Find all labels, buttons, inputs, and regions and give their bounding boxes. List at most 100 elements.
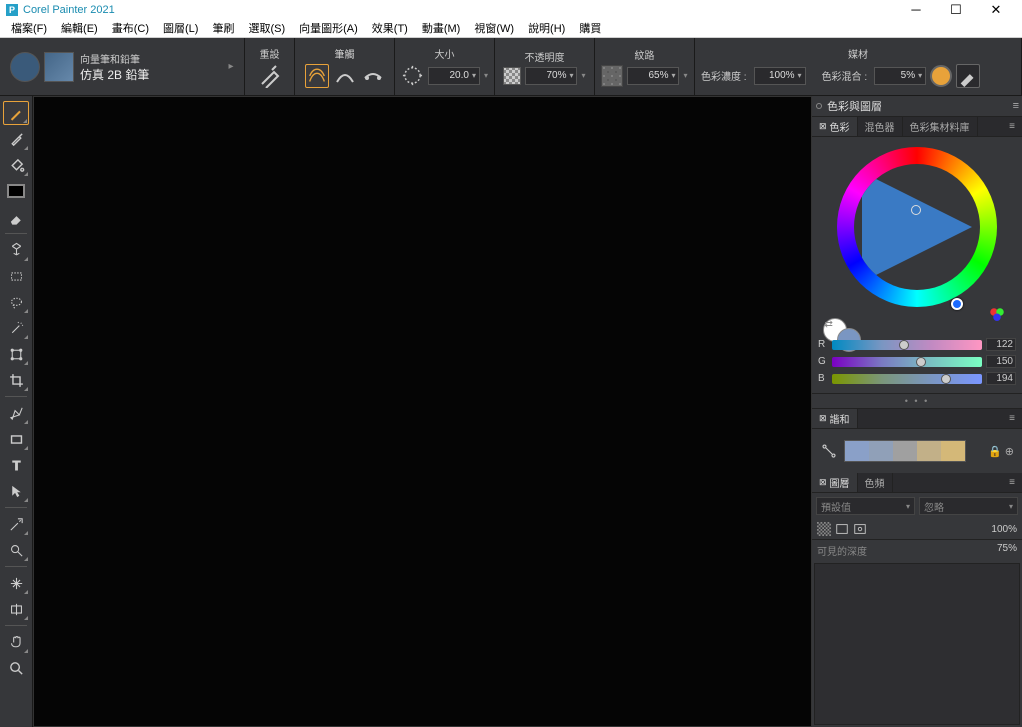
depth-value[interactable]: 75% [997,543,1017,558]
menu-edit[interactable]: 編輯(E) [54,18,105,38]
stroke-type-icon[interactable] [333,64,357,88]
harmony-mode-icon[interactable] [820,442,838,460]
brush-expand-icon[interactable]: ▸ [224,61,238,72]
lock-icon[interactable]: 🔒 [988,445,1002,458]
shape-selection-tool[interactable] [3,479,29,503]
menu-layer[interactable]: 圖層(L) [156,18,205,38]
eraser-tool[interactable] [3,205,29,229]
rgb-hsv-switcher-icon[interactable] [988,306,1006,324]
rect-select-tool[interactable] [3,264,29,288]
dab-type-icon[interactable] [305,64,329,88]
grain-input[interactable]: 65%▾ [627,67,679,85]
crop-tool[interactable] [3,368,29,392]
r-value[interactable]: 122 [986,338,1016,351]
layer-lock-trans-icon[interactable] [835,522,849,536]
transform-tool[interactable] [3,342,29,366]
add-swatch-icon[interactable]: ⊕ [1005,445,1014,458]
tab-layers[interactable]: ⊠圖層 [812,473,858,492]
media-color-icon[interactable] [930,65,952,87]
rect-shape-tool[interactable] [3,427,29,451]
lasso-tool[interactable] [3,290,29,314]
r-slider[interactable] [832,340,982,350]
brush-tool[interactable] [3,101,29,125]
brush-selector[interactable]: 向量筆和鉛筆 仿真 2B 鉛筆 ▸ [0,38,245,95]
grain-expand-icon[interactable]: ▾ [683,71,687,80]
canvas-area[interactable] [33,96,812,727]
text-tool[interactable] [3,453,29,477]
hue-handle[interactable] [951,298,963,310]
tip-label: 筆觸 [301,46,388,61]
concentration-input[interactable]: 100%▾ [754,67,806,85]
size-expand-icon[interactable]: ▾ [484,71,488,80]
reset-label: 重設 [251,46,288,61]
size-icon[interactable] [401,64,424,88]
b-value[interactable]: 194 [986,372,1016,385]
toolbox [0,96,33,727]
layer-ignore-dropdown[interactable]: 忽略▾ [919,497,1018,515]
menu-canvas[interactable]: 畫布(C) [105,18,156,38]
blend-mode-dropdown[interactable]: 預設值▾ [816,497,915,515]
color-wheel-panel: ⇄ [812,137,1022,334]
layer-opacity-value[interactable]: 100% [991,524,1017,535]
tab-channels[interactable]: 色頻 [858,473,893,492]
menu-movie[interactable]: 動畫(M) [415,18,468,38]
close-button[interactable]: ✕ [976,0,1016,19]
opacity-expand-icon[interactable]: ▾ [581,71,585,80]
menu-window[interactable]: 視窗(W) [467,18,521,38]
panel-menu-icon[interactable]: ≡ [1013,100,1018,112]
maximize-button[interactable]: ☐ [936,0,976,19]
pen-tool[interactable] [3,401,29,425]
hand-tool[interactable] [3,630,29,654]
brush-variant-icon[interactable] [44,52,74,82]
layer-pick-icon[interactable] [853,522,867,536]
harmony-swatches[interactable] [844,440,966,462]
stroke-options-icon[interactable] [361,64,385,88]
swap-colors-icon[interactable]: ⇄ [825,319,833,330]
menu-select[interactable]: 選取(S) [241,18,292,38]
reset-brush-icon[interactable] [258,64,282,88]
pager-dots[interactable]: • • • [812,393,1022,409]
menu-file[interactable]: 檔案(F) [4,18,54,38]
layer-list[interactable] [814,563,1020,725]
g-value[interactable]: 150 [986,355,1016,368]
mix-input[interactable]: 5%▾ [874,67,926,85]
layer-check-icon[interactable] [817,522,831,536]
grain-swatch-icon[interactable] [601,65,623,87]
color-panel-menu-icon[interactable]: ≡ [1002,117,1022,136]
media-tool-icon[interactable] [956,64,980,88]
layers-menu-icon[interactable]: ≡ [1002,473,1022,492]
menu-help[interactable]: 說明(H) [521,18,572,38]
b-slider[interactable] [832,374,982,384]
magnifier-tool[interactable] [3,656,29,680]
rgb-sliders: R 122 G 150 B 194 [812,334,1022,393]
harmony-menu-icon[interactable]: ≡ [1002,409,1022,428]
menu-shapes[interactable]: 向量圖形(A) [292,18,365,38]
minimize-button[interactable]: ─ [896,0,936,19]
brush-category-icon[interactable] [10,52,40,82]
app-title: Corel Painter 2021 [23,4,115,16]
menu-brush[interactable]: 筆刷 [205,18,241,38]
tab-mixer[interactable]: 混色器 [858,117,903,136]
layer-adjuster-tool[interactable] [3,238,29,262]
paint-bucket-tool[interactable] [3,153,29,177]
tab-colorset[interactable]: 色彩集材料庫 [903,117,978,136]
tab-harmony[interactable]: ⊠諧和 [812,409,858,428]
size-input[interactable]: 20.0▾ [428,67,480,85]
dodge-tool[interactable] [3,538,29,562]
tab-color[interactable]: ⊠色彩 [812,117,858,136]
dropper-tool[interactable] [3,127,29,151]
sv-handle[interactable] [911,205,921,215]
menu-buy[interactable]: 購買 [572,18,608,38]
cloner-tool[interactable] [3,512,29,536]
color-layer-panel-header[interactable]: 色彩與圖層 ≡ [812,96,1022,117]
menubar: 檔案(F) 編輯(E) 畫布(C) 圖層(L) 筆刷 選取(S) 向量圖形(A)… [0,19,1022,38]
menu-effects[interactable]: 效果(T) [365,18,415,38]
right-panels: 色彩與圖層 ≡ ⊠色彩 混色器 色彩集材料庫 ≡ [812,96,1022,727]
g-slider[interactable] [832,357,982,367]
opacity-input[interactable]: 70%▾ [525,67,577,85]
color-swatch[interactable] [3,179,29,203]
divine-proportion-tool[interactable] [3,571,29,595]
sv-triangle[interactable] [862,172,972,282]
magic-wand-tool[interactable] [3,316,29,340]
mirror-tool[interactable] [3,597,29,621]
